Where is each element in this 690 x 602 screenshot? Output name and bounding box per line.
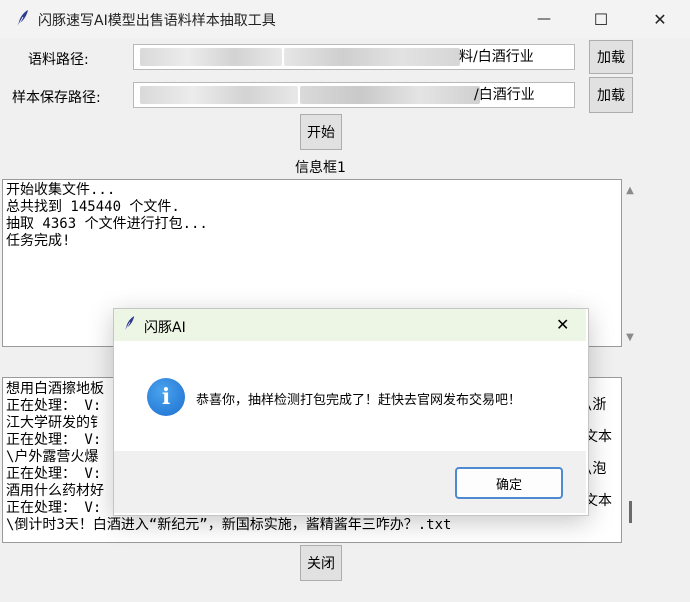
feather-icon <box>16 10 28 29</box>
window-titlebar: 闪豚速写AI模型出售语料样本抽取工具 — ☐ ✕ <box>0 0 690 38</box>
close-icon: ✕ <box>653 9 667 29</box>
load-corpus-button[interactable]: 加载 <box>589 40 633 74</box>
message-dialog: 闪豚AI ✕ i 恭喜你，抽样检测打包完成了！赶快去官网发布交易吧！ 确定 <box>113 308 589 516</box>
feather-icon <box>124 316 135 333</box>
minimize-icon: — <box>537 11 551 27</box>
ok-button[interactable]: 确定 <box>455 467 563 499</box>
info-line: 开始收集文件... <box>6 182 116 198</box>
corpus-path-input[interactable]: 料/白酒行业 <box>133 44 575 70</box>
sample-path-input[interactable]: /白酒行业 <box>133 82 575 108</box>
redacted-path <box>140 48 282 66</box>
sample-path-label: 样本保存路径: <box>12 90 101 106</box>
maximize-icon: ☐ <box>593 9 609 29</box>
start-button[interactable]: 开始 <box>300 114 342 150</box>
dialog-titlebar: 闪豚AI ✕ <box>114 309 586 341</box>
dialog-title: 闪豚AI <box>144 320 186 336</box>
dialog-message: 恭喜你，抽样检测打包完成了！赶快去官网发布交易吧！ <box>196 393 522 408</box>
redacted-path <box>140 86 298 104</box>
log-scrollbar-thumb[interactable] <box>629 501 632 523</box>
load-sample-button[interactable]: 加载 <box>589 77 633 113</box>
scroll-down-arrow[interactable]: ▼ <box>622 332 638 344</box>
close-window-button[interactable]: ✕ <box>637 0 683 38</box>
redacted-path <box>300 86 480 104</box>
info-line: 抽取 4363 个文件进行打包... <box>6 216 208 232</box>
maximize-button[interactable]: ☐ <box>578 0 624 38</box>
redacted-path <box>284 48 460 66</box>
dialog-close-icon[interactable]: ✕ <box>556 315 569 334</box>
scroll-up-arrow[interactable]: ▲ <box>622 185 638 197</box>
corpus-path-value: 料/白酒行业 <box>459 49 534 65</box>
info-box-label: 信息框1 <box>295 160 346 176</box>
corpus-path-label: 语料路径: <box>28 52 89 68</box>
info-icon: i <box>147 378 185 416</box>
log-line: \倒计时3天！白酒进入“新纪元”，新国标实施，酱精酱年三咋办？.txt <box>6 517 452 533</box>
sample-path-value: /白酒行业 <box>474 87 535 103</box>
info-line: 总共找到 145440 个文件. <box>6 199 180 215</box>
info-line: 任务完成! <box>6 233 71 249</box>
window-title: 闪豚速写AI模型出售语料样本抽取工具 <box>38 13 276 29</box>
minimize-button[interactable]: — <box>521 0 567 38</box>
close-button[interactable]: 关闭 <box>300 545 342 581</box>
